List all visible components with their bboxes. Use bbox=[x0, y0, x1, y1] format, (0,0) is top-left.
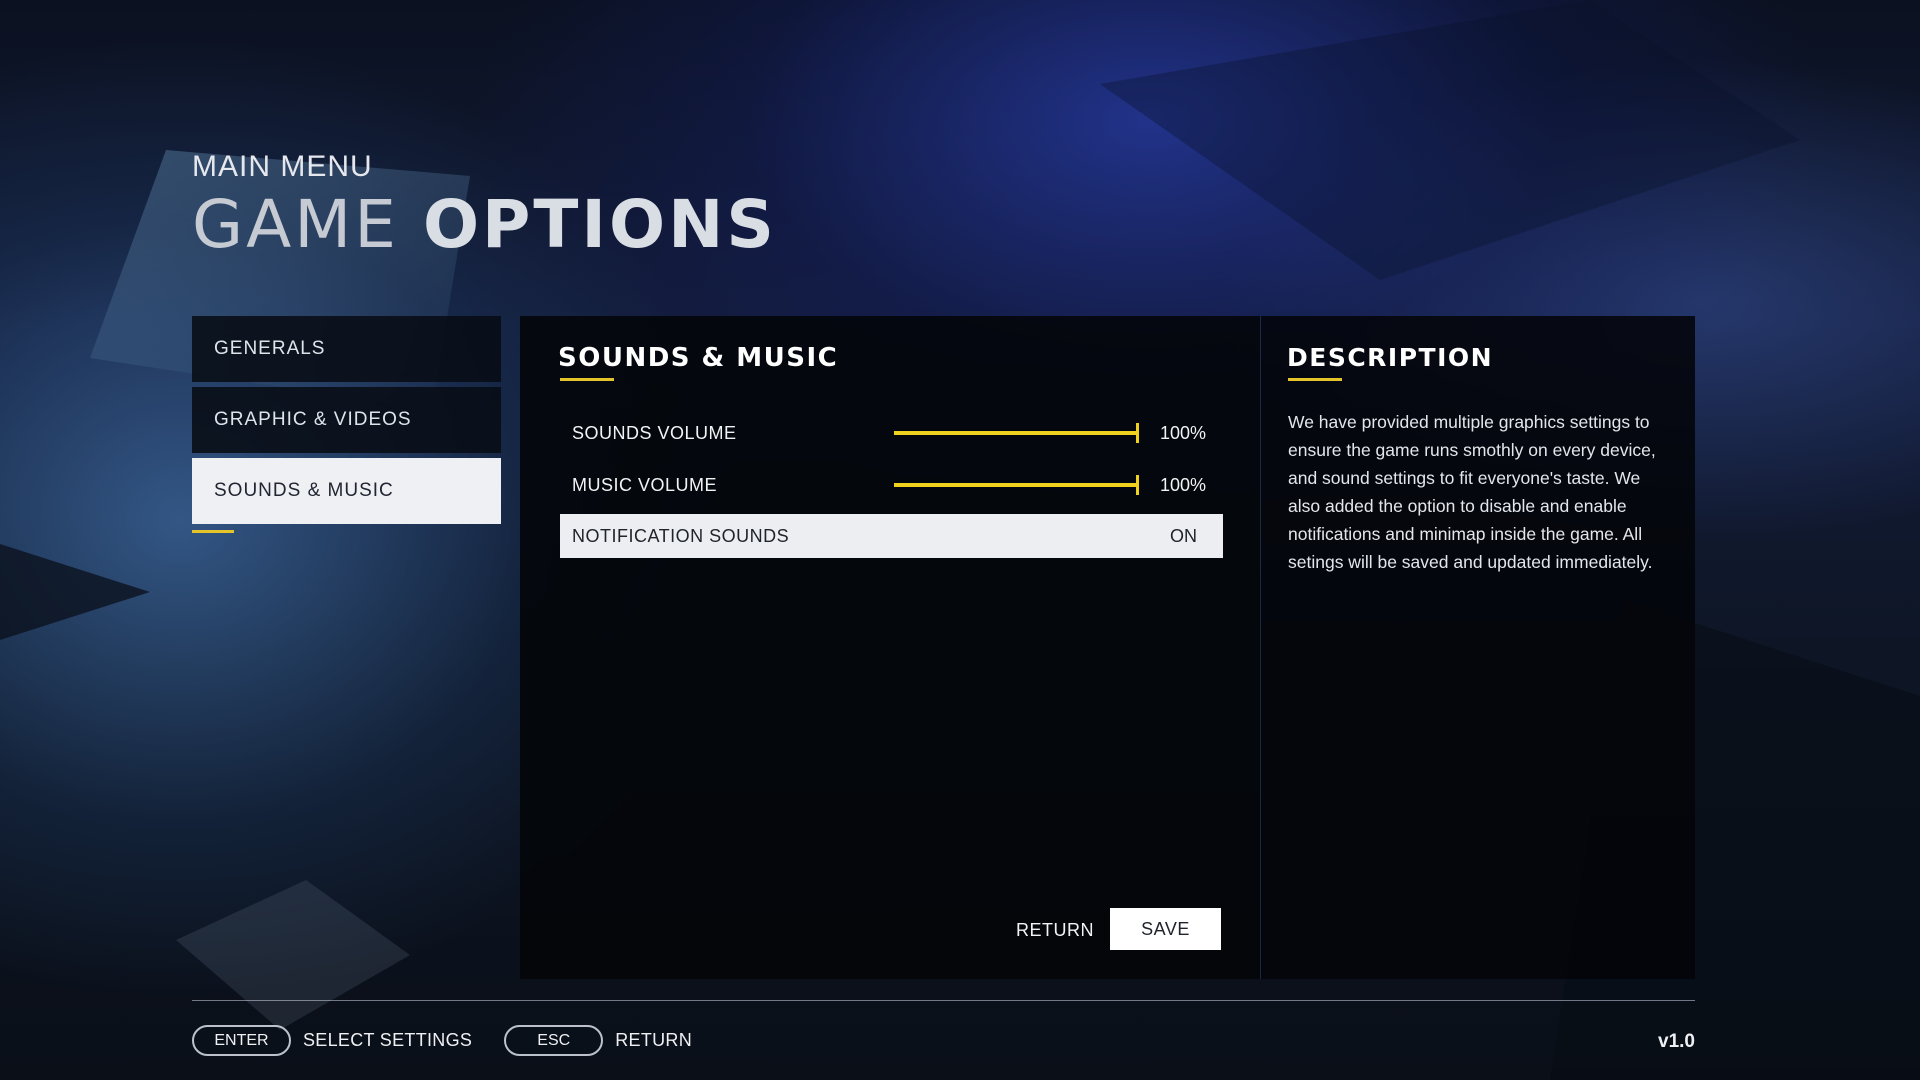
background-asteroid bbox=[176, 880, 410, 1030]
setting-label: SOUNDS VOLUME bbox=[572, 422, 737, 443]
setting-label: MUSIC VOLUME bbox=[572, 474, 718, 495]
esc-key-action: RETURN bbox=[615, 1030, 693, 1050]
footer-key-hints: ENTER SELECT SETTINGS ESC RETURN bbox=[192, 1023, 692, 1058]
setting-row-sounds-volume[interactable]: SOUNDS VOLUME 100% bbox=[560, 411, 1223, 455]
slider-fill bbox=[894, 431, 1138, 435]
tab-graphic-videos[interactable]: GRAPHIC & VIDEOS bbox=[192, 387, 501, 453]
tab-label: GENERALS bbox=[214, 338, 326, 359]
description-panel: DESCRIPTION We have provided multiple gr… bbox=[1260, 316, 1695, 979]
enter-key-action: SELECT SETTINGS bbox=[303, 1030, 473, 1050]
notification-sounds-toggle[interactable]: ON bbox=[1170, 526, 1197, 547]
breadcrumb-main-menu: MAIN MENU bbox=[192, 150, 373, 183]
slider-handle[interactable] bbox=[1136, 423, 1139, 443]
esc-key-hint[interactable]: ESC bbox=[504, 1025, 604, 1056]
tab-generals[interactable]: GENERALS bbox=[192, 316, 501, 382]
background-nebula bbox=[1100, 0, 1800, 280]
background-ship-wing bbox=[0, 544, 150, 640]
page-title: GAME OPTIONS bbox=[192, 192, 777, 258]
tab-sounds-music[interactable]: SOUNDS & MUSIC bbox=[192, 458, 501, 524]
setting-value: 100% bbox=[1160, 474, 1207, 495]
return-button[interactable]: RETURN bbox=[1016, 920, 1094, 941]
page-heading: MAIN MENU GAME OPTIONS bbox=[192, 152, 777, 258]
panel-title: SOUNDS & MUSIC bbox=[558, 343, 839, 373]
options-tabs: GENERALS GRAPHIC & VIDEOS SOUNDS & MUSIC bbox=[192, 316, 501, 533]
setting-row-music-volume[interactable]: MUSIC VOLUME 100% bbox=[560, 463, 1223, 507]
slider-handle[interactable] bbox=[1136, 475, 1139, 495]
description-title: DESCRIPTION bbox=[1287, 343, 1494, 372]
version-label: v1.0 bbox=[1658, 1031, 1695, 1052]
footer-divider bbox=[192, 1000, 1695, 1001]
slider-fill bbox=[894, 483, 1138, 487]
setting-row-notification-sounds[interactable]: NOTIFICATION SOUNDS ON bbox=[560, 514, 1223, 558]
tab-label: GRAPHIC & VIDEOS bbox=[214, 409, 412, 430]
description-text: We have provided multiple graphics setti… bbox=[1288, 412, 1656, 572]
tab-label: SOUNDS & MUSIC bbox=[214, 480, 394, 501]
page-title-light: GAME bbox=[192, 186, 399, 263]
settings-panel: SOUNDS & MUSIC SOUNDS VOLUME 100% MUSIC … bbox=[520, 316, 1260, 979]
page-title-bold: OPTIONS bbox=[422, 186, 777, 263]
enter-key-hint[interactable]: ENTER bbox=[192, 1025, 291, 1056]
save-button[interactable]: SAVE bbox=[1110, 908, 1221, 950]
setting-value: 100% bbox=[1160, 422, 1207, 443]
panel-title-underline bbox=[560, 378, 614, 381]
sounds-volume-slider[interactable] bbox=[894, 423, 1139, 443]
active-tab-indicator bbox=[192, 530, 234, 533]
description-title-underline bbox=[1288, 378, 1342, 381]
music-volume-slider[interactable] bbox=[894, 475, 1139, 495]
setting-label: NOTIFICATION SOUNDS bbox=[572, 525, 790, 546]
